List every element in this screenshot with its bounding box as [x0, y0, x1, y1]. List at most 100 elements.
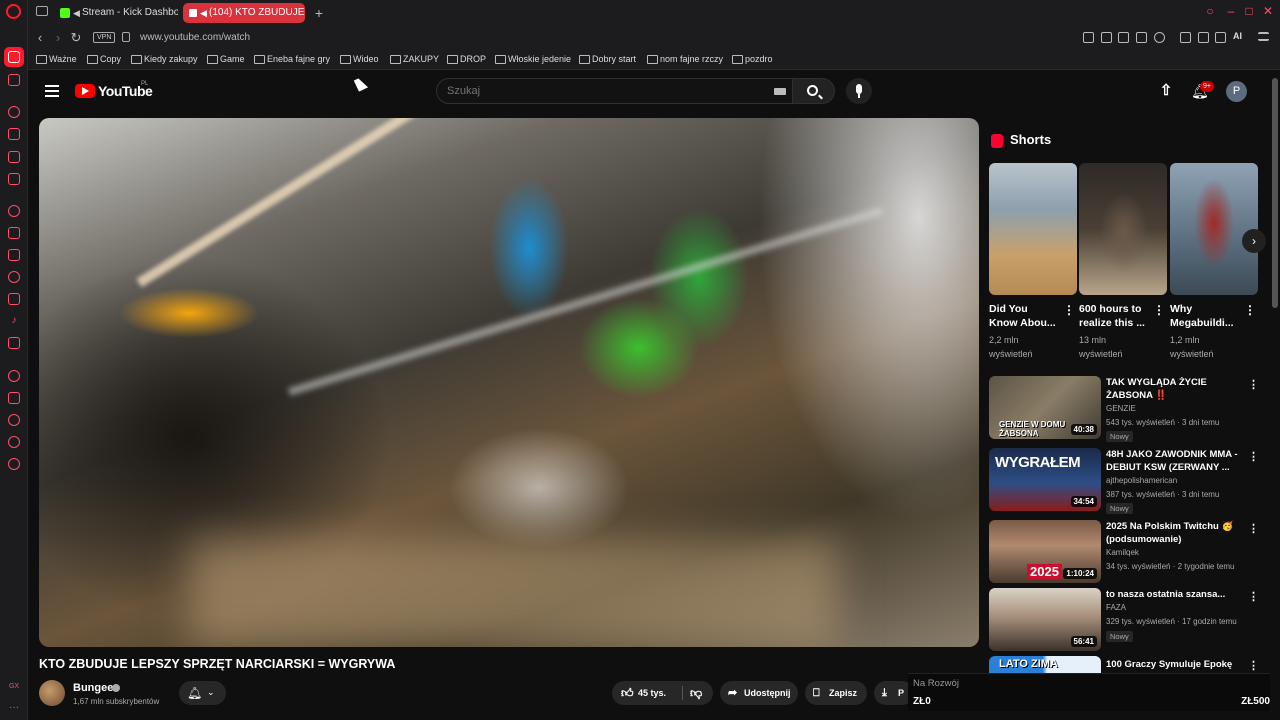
youtube-logo-icon[interactable] — [75, 84, 95, 98]
ai-button[interactable]: AI — [1233, 31, 1242, 41]
channel-avatar[interactable] — [39, 680, 65, 706]
video-title[interactable]: 2025 Na Polskim Twitchu 🥳 (podsumowanie) — [1106, 520, 1244, 546]
upload-icon[interactable]: ⇧ — [1159, 83, 1173, 99]
forward-icon[interactable]: › — [50, 30, 66, 46]
more-options-icon[interactable]: ⋮ — [1244, 303, 1256, 317]
bookmark-folder[interactable]: Eneba fajne gry — [254, 54, 330, 64]
more-options-icon[interactable]: ⋮ — [1248, 659, 1259, 672]
scrollbar-thumb[interactable] — [1272, 78, 1278, 308]
bookmark-folder[interactable]: Copy — [87, 54, 121, 64]
short-card[interactable]: 600 hours to realize this ... 13 mln wyś… — [1079, 163, 1167, 361]
tab-menu-icon[interactable] — [36, 6, 48, 16]
tab-youtube[interactable]: ◀ (104) KTO ZBUDUJE LEPSZY SPRZĘT NARCIA… — [183, 3, 305, 23]
chevron-right-icon[interactable]: › — [1242, 229, 1266, 253]
avatar[interactable]: P — [1226, 81, 1247, 102]
more-options-icon[interactable]: ⋮ — [1248, 450, 1259, 463]
bookmark-folder[interactable]: nom fajne rzczy — [647, 54, 723, 64]
bookmark-folder[interactable]: Kiedy zakupy — [131, 54, 198, 64]
bookmarks-icon[interactable] — [8, 392, 20, 404]
pin-icon[interactable] — [1083, 32, 1094, 43]
list-item[interactable]: WYGRAŁEM 34:54 48H JAKO ZAWODNIK MMA - D… — [989, 448, 1264, 514]
messenger2-icon[interactable] — [8, 271, 20, 283]
bookmark-folder[interactable]: pozdro — [732, 54, 773, 64]
short-thumbnail[interactable] — [989, 163, 1077, 295]
short-card[interactable]: Why Megabuildi... 1,2 mln wyświetleń ⋮ — [1170, 163, 1258, 361]
minimize-icon[interactable]: – — [1224, 4, 1238, 18]
short-title[interactable]: Know Abou... — [989, 316, 1059, 330]
back-icon[interactable]: ‹ — [32, 30, 48, 46]
dislike-icon[interactable]: 👎︎ — [690, 681, 702, 705]
bookmark-folder[interactable]: Wideo — [340, 54, 379, 64]
more-icon[interactable]: ··· — [8, 702, 20, 714]
more-options-icon[interactable]: ⋮ — [1248, 590, 1259, 603]
tab-kick[interactable]: ◀ Stream - Kick Dashboard — [56, 3, 178, 23]
player-icon[interactable] — [8, 128, 20, 140]
video-title[interactable]: 48H JAKO ZAWODNIK MMA - DEBIUT KSW (ZERW… — [1106, 448, 1244, 474]
share-button[interactable]: ➦ Udostępnij — [720, 681, 798, 705]
video-thumbnail[interactable]: WYGRAŁEM 34:54 — [989, 448, 1101, 511]
more-options-icon[interactable]: ⋮ — [1248, 522, 1259, 535]
search-box[interactable] — [436, 78, 793, 104]
like-icon[interactable]: 👍︎ — [621, 681, 634, 705]
snapshot-icon[interactable] — [1101, 32, 1112, 43]
list-item[interactable]: 2025 1:10:24 2025 Na Polskim Twitchu 🥳 (… — [989, 520, 1264, 586]
video-player[interactable] — [39, 118, 979, 647]
bookmark-folder[interactable]: DROP — [447, 54, 486, 64]
music-icon[interactable] — [8, 151, 20, 163]
gx-icon[interactable]: GX — [8, 681, 20, 693]
new-tab-button[interactable]: + — [312, 3, 326, 23]
video-title[interactable]: 100 Graczy Symuluje Epokę — [1106, 658, 1244, 671]
reload-icon[interactable]: ↻ — [68, 30, 84, 46]
video-thumbnail[interactable]: 56:41 — [989, 588, 1101, 651]
channel-name[interactable]: Kamilqek — [1106, 548, 1139, 557]
channel-name[interactable]: ajthepolishamerican — [1106, 476, 1177, 485]
subscribed-button[interactable]: 🔔︎ ⌄ — [179, 681, 226, 705]
url-field[interactable]: www.youtube.com/watch — [140, 32, 250, 43]
menu-icon[interactable] — [1258, 32, 1269, 41]
scrollbar[interactable] — [1270, 70, 1280, 720]
lock-icon[interactable] — [122, 32, 130, 42]
bookmark-folder[interactable]: Dobry start — [579, 54, 636, 64]
bookmark-folder[interactable]: ZAKUPY — [390, 54, 439, 64]
short-thumbnail[interactable] — [1079, 163, 1167, 295]
short-title[interactable]: 600 hours to — [1079, 302, 1149, 316]
opera-logo-icon[interactable] — [6, 4, 21, 19]
gmail-icon[interactable] — [8, 173, 20, 185]
wallet-icon[interactable] — [8, 436, 20, 448]
bookmark-folder[interactable]: Game — [207, 54, 245, 64]
video-thumbnail[interactable]: GENZIE W DOMU ŻABSONA 40:38 — [989, 376, 1101, 439]
video-thumbnail[interactable]: 2025 1:10:24 — [989, 520, 1101, 583]
bookmark-folder[interactable]: Ważne — [36, 54, 77, 64]
short-title[interactable]: Megabuildi... — [1170, 316, 1240, 330]
like-count[interactable]: 45 tys. — [638, 681, 666, 705]
tiktok-icon[interactable]: ♪ — [8, 315, 20, 327]
adblock-icon[interactable] — [1118, 32, 1129, 43]
voice-search-button[interactable] — [846, 78, 872, 104]
close-window-icon[interactable]: ✕ — [1261, 4, 1275, 18]
clock-icon[interactable] — [8, 414, 20, 426]
video-title[interactable]: to nasza ostatnia szansa... — [1106, 588, 1244, 601]
more-options-icon[interactable]: ⋮ — [1153, 303, 1165, 317]
channel-name[interactable]: FAZA — [1106, 603, 1126, 612]
search-input[interactable] — [447, 85, 747, 97]
list-item[interactable]: 56:41 to nasza ostatnia szansa... FAZA 3… — [989, 588, 1264, 654]
more-options-icon[interactable]: ⋮ — [1248, 378, 1259, 391]
heart-icon[interactable] — [1154, 32, 1165, 43]
chatgpt-icon[interactable] — [8, 205, 20, 217]
send-icon[interactable] — [1136, 32, 1147, 43]
keyboard-icon[interactable] — [774, 88, 786, 95]
extensions-toolbar-icon[interactable] — [1180, 32, 1191, 43]
short-title[interactable]: Why — [1170, 302, 1240, 316]
settings-icon[interactable] — [8, 458, 20, 470]
extensions-icon[interactable] — [8, 74, 20, 86]
save-button[interactable]: ⎕ Zapisz — [805, 681, 867, 705]
bookmark-folder[interactable]: Włoskie jedenie — [495, 54, 571, 64]
twitch-icon[interactable] — [8, 249, 20, 261]
more-options-icon[interactable]: ⋮ — [1063, 303, 1075, 317]
channel-name[interactable]: GENZIE — [1106, 404, 1136, 413]
instagram-icon[interactable] — [8, 293, 20, 305]
download-toolbar-icon[interactable] — [1215, 32, 1226, 43]
channel-name[interactable]: Bungee — [73, 682, 113, 694]
search-button[interactable] — [793, 78, 835, 104]
short-thumbnail[interactable] — [1170, 163, 1258, 295]
